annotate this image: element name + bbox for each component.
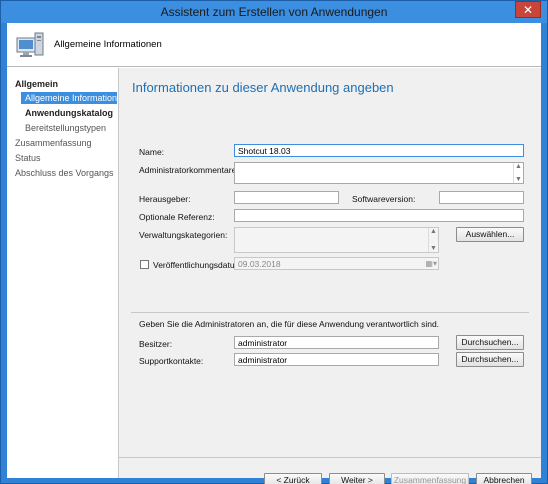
page-title: Informationen zu dieser Anwendung angebe… <box>132 80 394 95</box>
close-button[interactable]: ✕ <box>515 1 541 18</box>
categories-scrollbar: ▲ ▼ <box>428 228 438 252</box>
admin-categories-label: Verwaltungskategorien: <box>139 230 228 240</box>
nav-status[interactable]: Status <box>15 153 41 163</box>
browse-support-button[interactable]: Durchsuchen... <box>456 352 524 367</box>
publish-date-label: Veröffentlichungsdatum: <box>153 260 245 270</box>
calendar-dropdown-icon: ▦▾ <box>425 259 437 268</box>
name-label: Name: <box>139 147 165 157</box>
scroll-up-icon[interactable]: ▲ <box>515 163 522 170</box>
wizard-header: Allgemeine Informationen <box>7 23 541 67</box>
scroll-down-icon[interactable]: ▼ <box>515 176 522 183</box>
title-bar[interactable]: Assistent zum Erstellen von Anwendungen … <box>1 1 547 23</box>
publisher-input[interactable] <box>234 191 339 204</box>
support-contacts-label: Supportkontakte: <box>139 356 204 366</box>
support-contacts-input[interactable]: administrator <box>234 353 439 366</box>
publish-date-checkbox[interactable] <box>140 260 149 269</box>
window-title: Assistent zum Erstellen von Anwendungen <box>160 5 388 19</box>
publish-date-value: 09.03.2018 <box>238 259 281 269</box>
optional-reference-input[interactable] <box>234 209 524 222</box>
optional-reference-label: Optionale Referenz: <box>139 212 215 222</box>
next-button[interactable]: Weiter > <box>329 473 385 484</box>
wizard-page: Informationen zu dieser Anwendung angebe… <box>118 68 541 484</box>
name-input[interactable]: Shotcut 18.03 <box>234 144 524 157</box>
owner-input[interactable]: administrator <box>234 336 439 349</box>
section-divider <box>131 312 529 313</box>
header-title: Allgemeine Informationen <box>54 39 162 50</box>
nav-deployment-types[interactable]: Bereitstellungstypen <box>25 123 106 133</box>
publish-date-picker: 09.03.2018 ▦▾ <box>234 257 439 270</box>
software-version-input[interactable] <box>439 191 524 204</box>
wizard-client-area: Allgemeine Informationen Allgemein Allge… <box>7 23 541 484</box>
summary-button: Zusammenfassung <box>391 473 469 484</box>
scroll-down-icon: ▼ <box>430 245 437 252</box>
admin-comment-textarea[interactable]: ▲ ▼ <box>234 162 524 184</box>
wizard-navigation: Allgemein Allgemeine Informatione Anwend… <box>7 68 122 478</box>
footer-divider <box>119 457 541 458</box>
owner-label: Besitzer: <box>139 339 173 349</box>
scroll-up-icon: ▲ <box>430 228 437 235</box>
publisher-label: Herausgeber: <box>139 194 191 204</box>
nav-general-information[interactable]: Allgemeine Informatione <box>21 92 122 104</box>
wizard-window: Assistent zum Erstellen von Anwendungen … <box>0 0 548 484</box>
nav-general[interactable]: Allgemein <box>15 79 58 89</box>
cancel-button[interactable]: Abbrechen <box>476 473 532 484</box>
select-categories-button[interactable]: Auswählen... <box>456 227 524 242</box>
comment-scrollbar[interactable]: ▲ ▼ <box>513 163 523 183</box>
nav-completion[interactable]: Abschluss des Vorgangs <box>15 168 114 178</box>
admin-comment-label: Administratorkommentare: <box>139 165 239 175</box>
nav-application-catalog[interactable]: Anwendungskatalog <box>25 108 113 118</box>
admin-categories-list: ▲ ▼ <box>234 227 439 253</box>
back-button[interactable]: < Zurück <box>264 473 322 484</box>
browse-owner-button[interactable]: Durchsuchen... <box>456 335 524 350</box>
software-version-label: Softwareversion: <box>352 194 416 204</box>
owners-note: Geben Sie die Administratoren an, die fü… <box>139 319 440 329</box>
computer-icon <box>16 32 44 57</box>
nav-summary[interactable]: Zusammenfassung <box>15 138 92 148</box>
